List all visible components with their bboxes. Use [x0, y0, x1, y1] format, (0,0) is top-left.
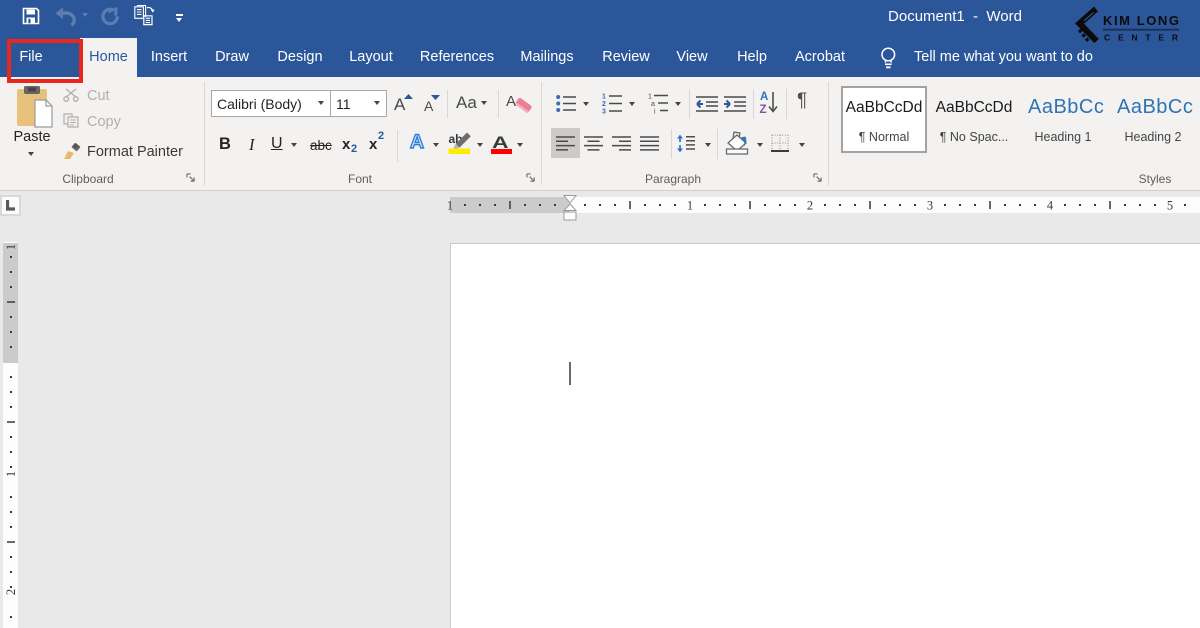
svg-text:1: 1: [648, 94, 652, 101]
svg-text:1: 1: [447, 199, 453, 213]
svg-text:C E N T E R: C E N T E R: [1104, 33, 1178, 43]
svg-text:A: A: [760, 91, 768, 103]
svg-text:3: 3: [927, 199, 933, 213]
svg-text:Z: Z: [760, 104, 767, 115]
svg-text:5: 5: [1167, 199, 1173, 213]
svg-text:4: 4: [1047, 199, 1054, 213]
svg-text:1: 1: [4, 471, 18, 477]
svg-text:1: 1: [602, 94, 606, 101]
svg-text:2: 2: [4, 589, 18, 595]
svg-text:2: 2: [602, 101, 606, 108]
svg-text:1: 1: [4, 244, 18, 250]
svg-text:a: a: [651, 101, 655, 108]
svg-text:3: 3: [602, 109, 606, 115]
svg-text:1: 1: [687, 199, 693, 213]
svg-text:2: 2: [807, 199, 813, 213]
svg-text:KIM LONG: KIM LONG: [1103, 13, 1179, 28]
svg-text:i: i: [654, 109, 656, 115]
